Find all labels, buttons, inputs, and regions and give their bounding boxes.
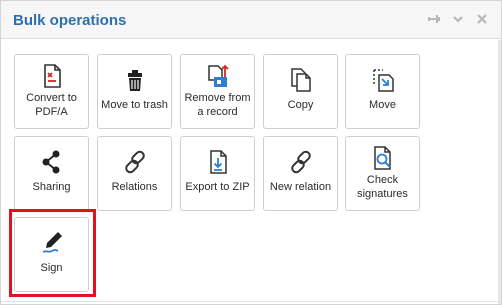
sign-highlight-box: [9, 209, 96, 297]
tile-label: Copy: [287, 99, 314, 111]
tile-label: Convert to PDF/A: [26, 92, 77, 118]
copy-button[interactable]: Copy: [263, 54, 338, 129]
bulk-operations-panel: Bulk operations Convert to PDF/A Move to…: [0, 0, 502, 305]
panel-header: Bulk operations: [1, 1, 501, 39]
trash-icon: [127, 70, 142, 91]
tile-label: Sharing: [32, 181, 71, 193]
move-to-trash-button[interactable]: Move to trash: [97, 54, 172, 129]
copy-icon: [290, 68, 311, 92]
remove-from-record-button[interactable]: Remove from a record: [180, 54, 255, 129]
pin-icon[interactable]: [427, 12, 441, 26]
move-icon: [372, 69, 394, 92]
chevron-down-icon[interactable]: [451, 12, 465, 26]
link-icon: [124, 150, 145, 174]
header-actions: [427, 12, 489, 26]
pdf-convert-icon: [43, 64, 61, 88]
check-signatures-button[interactable]: Check signatures: [345, 136, 420, 211]
scrollbar[interactable]: [498, 40, 501, 304]
relations-button[interactable]: Relations: [97, 136, 172, 211]
convert-to-pdfa-button[interactable]: Convert to PDF/A: [14, 54, 89, 129]
tile-label: Remove from a record: [184, 92, 251, 118]
share-icon: [42, 150, 59, 174]
export-zip-icon: [209, 150, 227, 174]
export-to-zip-button[interactable]: Export to ZIP: [180, 136, 255, 211]
tile-label: New relation: [269, 181, 332, 193]
tile-label: Check signatures: [357, 174, 408, 200]
tile-label: Move: [369, 99, 396, 111]
remove-from-record-icon: [207, 64, 229, 87]
tile-label: Relations: [111, 181, 158, 193]
tile-label: Move to trash: [101, 99, 168, 111]
tile-label: Export to ZIP: [185, 181, 250, 193]
panel-title: Bulk operations: [13, 12, 127, 29]
move-button[interactable]: Move: [345, 54, 420, 129]
new-relation-button[interactable]: New relation: [263, 136, 338, 211]
link-icon: [290, 150, 311, 174]
sharing-button[interactable]: Sharing: [14, 136, 89, 211]
close-icon[interactable]: [475, 12, 489, 26]
divider: [1, 301, 501, 302]
check-signature-icon: [373, 146, 391, 170]
